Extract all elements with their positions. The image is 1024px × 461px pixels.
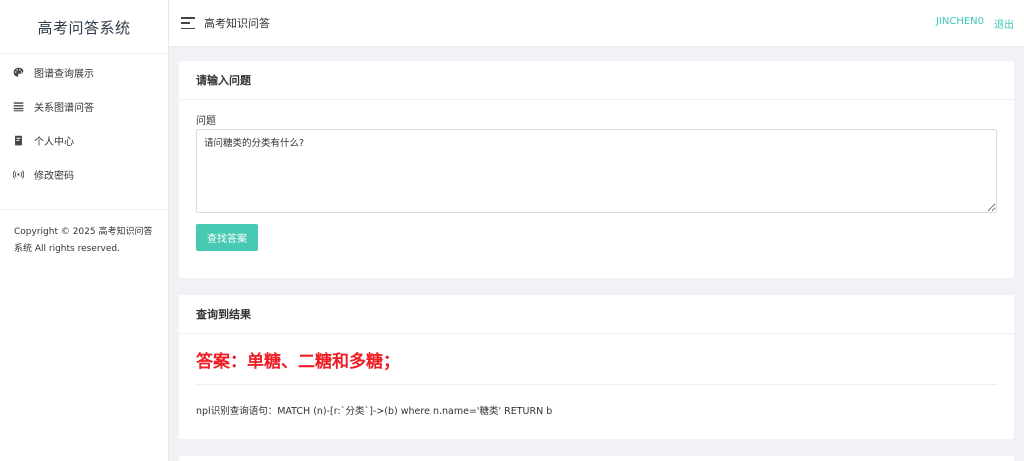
question-label: 问题 <box>196 116 216 127</box>
sidebar-item-graph-query[interactable]: 图谱查询展示 <box>0 55 168 89</box>
logout-link[interactable]: 退出 <box>994 16 1014 31</box>
question-input[interactable]: 请问糖类的分类有什么? <box>196 129 997 213</box>
result-card: 查询到结果 答案：单糖、二糖和多糖； npl识别查询语句：MATCH (n)-[… <box>179 295 1014 439</box>
page-title: 高考知识问答 <box>204 17 270 30</box>
sidebar-item-relation-qa[interactable]: 关系图谱问答 <box>0 89 168 123</box>
app-brand: 高考问答系统 <box>0 0 168 54</box>
answer-text: 答案：单糖、二糖和多糖； <box>196 352 400 372</box>
user-area: JINCHEN0 退出 <box>936 16 1014 31</box>
sidebar-item-change-password[interactable]: 修改密码 <box>0 157 168 191</box>
menu-toggle-icon[interactable] <box>181 17 195 29</box>
find-answer-button[interactable]: 查找答案 <box>196 224 258 251</box>
list-icon <box>12 100 24 112</box>
question-card: 请输入问题 问题 请问糖类的分类有什么? 查找答案 <box>179 61 1014 278</box>
top-bar: 高考知识问答 JINCHEN0 退出 <box>169 0 1024 47</box>
sidebar-item-label: 关系图谱问答 <box>34 102 94 114</box>
next-card <box>179 456 1014 461</box>
username-link[interactable]: JINCHEN0 <box>936 16 984 31</box>
result-divider <box>196 384 997 385</box>
copyright-text: Copyright © 2025 高考知识问答系统 All rights res… <box>14 227 153 254</box>
sidebar-item-label: 修改密码 <box>34 170 74 182</box>
sidebar-item-profile[interactable]: 个人中心 <box>0 123 168 157</box>
palette-icon <box>12 66 24 78</box>
sidebar-item-label: 个人中心 <box>34 136 74 148</box>
sidebar-menu: 图谱查询展示 关系图谱问答 个人中心 修改密码 <box>0 54 168 191</box>
question-card-title: 请输入问题 <box>179 61 1014 100</box>
broadcast-icon <box>12 168 24 180</box>
result-card-title: 查询到结果 <box>179 295 1014 334</box>
book-icon <box>12 134 24 146</box>
sidebar: 高考问答系统 图谱查询展示 关系图谱问答 个人中心 修改密码 Copyright… <box>0 0 169 461</box>
sidebar-item-label: 图谱查询展示 <box>34 68 94 80</box>
query-statement: npl识别查询语句：MATCH (n)-[r:`分类`]->(b) where … <box>196 406 553 417</box>
